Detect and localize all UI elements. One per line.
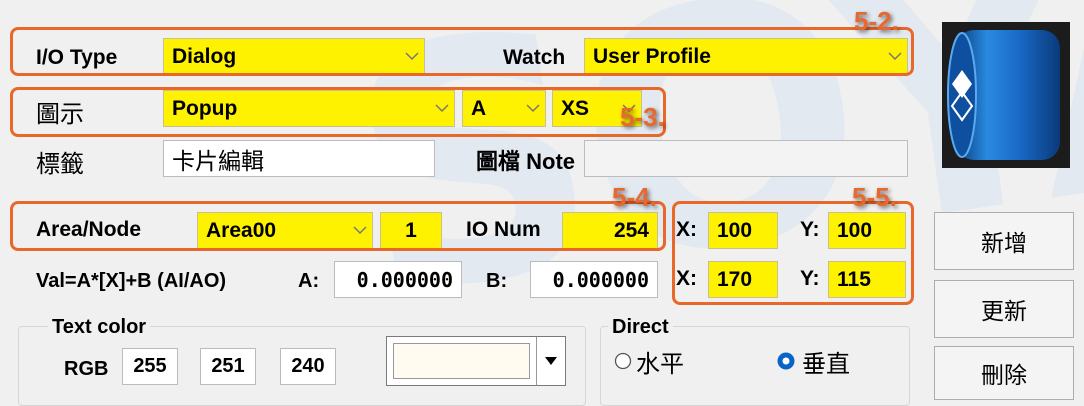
watch-label: Watch bbox=[503, 46, 566, 69]
io-num-label: IO Num bbox=[466, 218, 541, 241]
radio-vertical-label: 垂直 bbox=[802, 350, 850, 378]
io-type-label: I/O Type bbox=[36, 46, 118, 69]
image-note-label: 圖檔 Note bbox=[476, 149, 576, 174]
tag-label: 標籤 bbox=[36, 151, 84, 178]
cylinder-icon bbox=[947, 30, 1060, 160]
tag-input[interactable]: 卡片編輯 bbox=[163, 140, 435, 177]
x1-label: X: bbox=[676, 218, 697, 241]
icon-letter-value: A bbox=[471, 96, 487, 120]
image-note-input[interactable] bbox=[584, 140, 908, 177]
formula-label: Val=A*[X]+B (AI/AO) bbox=[36, 270, 227, 292]
chevron-down-icon bbox=[348, 226, 372, 235]
radio-horizontal-label: 水平 bbox=[636, 350, 684, 378]
color-swatch bbox=[393, 343, 530, 379]
delete-button[interactable]: 刪除 bbox=[934, 346, 1074, 400]
node-input[interactable]: 1 bbox=[380, 212, 442, 249]
radio-icon bbox=[614, 352, 632, 370]
chevron-down-icon bbox=[521, 104, 545, 113]
area-node-label: Area/Node bbox=[36, 218, 142, 241]
callout-5-4: 5-4. bbox=[612, 182, 657, 212]
icon-preview bbox=[942, 22, 1070, 168]
b-input[interactable]: 0.000000 bbox=[530, 261, 658, 298]
chevron-down-icon bbox=[883, 52, 907, 61]
chevron-down-icon bbox=[400, 52, 424, 61]
y1-label: Y: bbox=[800, 218, 820, 241]
add-button[interactable]: 新增 bbox=[934, 212, 1074, 270]
callout-5-5: 5-5. bbox=[852, 182, 897, 212]
chevron-down-icon[interactable] bbox=[536, 337, 565, 385]
y1-input[interactable]: 100 bbox=[828, 212, 906, 249]
callout-5-3: 5-3. bbox=[620, 102, 665, 132]
watch-value: User Profile bbox=[593, 44, 711, 68]
radio-icon bbox=[777, 352, 795, 370]
callout-5-2: 5-2. bbox=[854, 6, 899, 36]
icon-size-value: XS bbox=[561, 96, 590, 120]
y2-input[interactable]: 115 bbox=[828, 261, 906, 298]
x2-label: X: bbox=[676, 267, 697, 290]
icon-style-select[interactable]: Popup bbox=[163, 90, 455, 127]
rgb-r-input[interactable]: 255 bbox=[122, 348, 178, 385]
io-num-input[interactable]: 254 bbox=[562, 212, 658, 249]
update-button[interactable]: 更新 bbox=[934, 280, 1074, 338]
rgb-b-input[interactable]: 240 bbox=[280, 348, 336, 385]
icon-style-value: Popup bbox=[172, 96, 238, 120]
y2-label: Y: bbox=[800, 267, 820, 290]
watch-select[interactable]: User Profile bbox=[584, 38, 908, 75]
a-label: A: bbox=[298, 270, 320, 292]
x1-input[interactable]: 100 bbox=[708, 212, 778, 249]
x2-input[interactable]: 170 bbox=[708, 261, 778, 298]
area-select[interactable]: Area00 bbox=[197, 212, 373, 249]
icon-label: 圖示 bbox=[36, 101, 84, 128]
rgb-g-input[interactable]: 251 bbox=[200, 348, 256, 385]
radio-vertical[interactable]: 垂直 bbox=[776, 344, 850, 378]
rgb-label: RGB bbox=[64, 358, 109, 380]
direct-label: Direct bbox=[608, 316, 673, 339]
text-color-label: Text color bbox=[48, 316, 151, 339]
chevron-down-icon bbox=[430, 104, 454, 113]
radio-horizontal[interactable]: 水平 bbox=[614, 344, 684, 378]
area-value: Area00 bbox=[206, 218, 277, 242]
io-type-select[interactable]: Dialog bbox=[163, 38, 425, 75]
b-label: B: bbox=[486, 270, 508, 292]
a-input[interactable]: 0.000000 bbox=[334, 261, 462, 298]
icon-letter-select[interactable]: A bbox=[462, 90, 546, 127]
color-picker-combo[interactable] bbox=[386, 336, 566, 386]
io-type-value: Dialog bbox=[172, 44, 237, 68]
